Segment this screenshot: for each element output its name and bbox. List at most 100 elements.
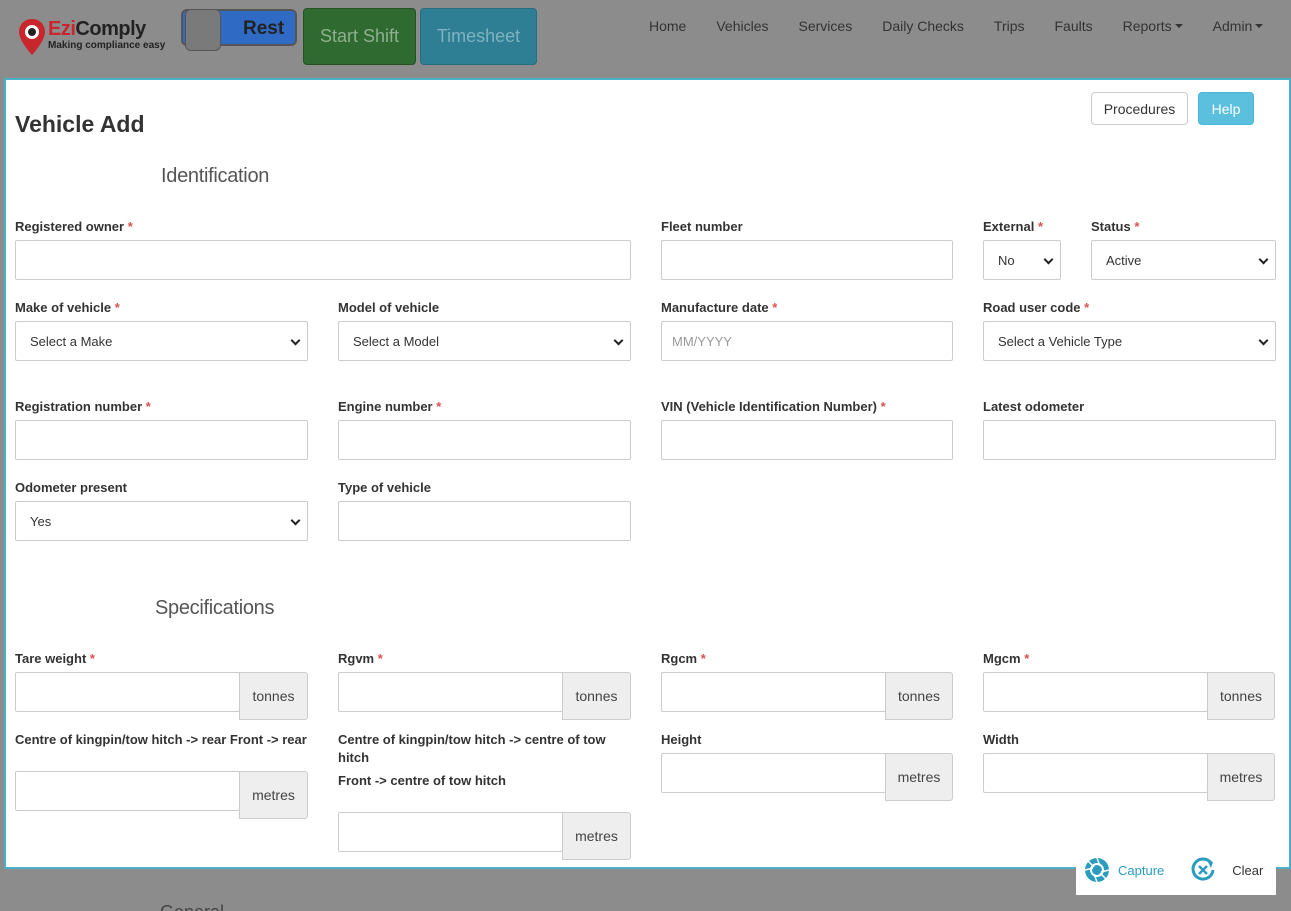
mgcm-input[interactable]	[983, 672, 1208, 712]
nav-daily-checks[interactable]: Daily Checks	[867, 18, 979, 34]
width-input[interactable]	[983, 753, 1208, 793]
label-make: Make of vehicle *	[15, 300, 120, 315]
status-value: Active	[1106, 252, 1142, 268]
engine-number-input[interactable]	[338, 420, 631, 460]
caret-down-icon	[1255, 24, 1264, 28]
status-select[interactable]: Active	[1091, 240, 1276, 280]
field-vin: VIN (Vehicle Identification Number) *	[661, 398, 886, 416]
road-user-code-value: Select a Vehicle Type	[998, 333, 1123, 349]
nav-trips[interactable]: Trips	[979, 18, 1040, 34]
label-manufacture-date: Manufacture date *	[661, 300, 778, 315]
field-fleet-number: Fleet number	[661, 218, 743, 236]
tare-weight-input[interactable]	[15, 672, 240, 712]
clear-button[interactable]: Clear	[1232, 863, 1263, 878]
field-external: External *	[983, 218, 1043, 236]
label-model: Model of vehicle	[338, 300, 440, 315]
field-registered-owner: Registered owner *	[15, 218, 133, 236]
field-mgcm: Mgcm *	[983, 650, 1029, 668]
registered-owner-input[interactable]	[15, 240, 631, 280]
label-mgcm: Mgcm *	[983, 651, 1030, 666]
odometer-present-select[interactable]: Yes	[15, 501, 308, 541]
rgvm-input[interactable]	[338, 672, 563, 712]
field-manufacture-date: Manufacture date *	[661, 299, 777, 317]
logo-pin-icon	[19, 19, 45, 55]
height-input[interactable]	[661, 753, 886, 793]
kingpin-rear-unit: metres	[239, 771, 308, 819]
kingpin-centre-input[interactable]	[338, 812, 563, 852]
capture-bar: Capture Clear	[1076, 845, 1276, 895]
vin-input[interactable]	[661, 420, 953, 460]
label-registration-number: Registration number *	[15, 399, 151, 414]
label-kingpin-centre-2: hitch	[338, 750, 370, 765]
external-select[interactable]: No	[983, 240, 1061, 280]
nav-faults[interactable]: Faults	[1040, 18, 1108, 34]
toggle-knob	[185, 9, 221, 51]
tare-weight-unit: tonnes	[239, 672, 308, 720]
make-value: Select a Make	[30, 333, 113, 349]
nav-reports-label: Reports	[1122, 18, 1172, 34]
field-make: Make of vehicle *	[15, 299, 120, 317]
start-shift-button[interactable]: Start Shift	[303, 8, 416, 65]
logo-text: EziComply Making compliance easy	[48, 18, 165, 52]
label-rgvm: Rgvm *	[338, 651, 383, 666]
page-title: Vehicle Add	[15, 111, 145, 137]
logo-name: EziComply	[48, 18, 146, 40]
registration-number-input[interactable]	[15, 420, 308, 460]
procedures-button[interactable]: Procedures	[1091, 92, 1188, 125]
nav-home[interactable]: Home	[634, 18, 701, 34]
height-unit: metres	[885, 753, 953, 801]
field-engine-number: Engine number *	[338, 398, 441, 416]
model-select[interactable]: Select a Model	[338, 321, 631, 361]
nav-reports[interactable]: Reports	[1108, 18, 1198, 34]
rgcm-unit: tonnes	[885, 672, 953, 720]
kingpin-centre-unit: metres	[562, 812, 631, 860]
label-kingpin-rear: Centre of kingpin/tow hitch -> rear Fron…	[15, 732, 307, 747]
label-kingpin-centre-1: Centre of kingpin/tow hitch -> centre of…	[338, 732, 606, 747]
capture-button[interactable]: Capture	[1118, 863, 1164, 878]
field-tare-weight: Tare weight *	[15, 650, 95, 668]
nav-services[interactable]: Services	[784, 18, 868, 34]
mgcm-unit: tonnes	[1207, 672, 1275, 720]
label-engine-number: Engine number *	[338, 399, 442, 414]
model-value: Select a Model	[353, 333, 439, 349]
field-registration-number: Registration number *	[15, 398, 151, 416]
label-height: Height	[661, 732, 702, 747]
label-registered-owner: Registered owner *	[15, 219, 133, 234]
main-nav: Home Vehicles Services Daily Checks Trip…	[634, 18, 1278, 34]
field-road-user-code: Road user code *	[983, 299, 1089, 317]
label-rgcm: Rgcm *	[661, 651, 706, 666]
label-road-user-code: Road user code *	[983, 300, 1090, 315]
nav-admin[interactable]: Admin	[1198, 18, 1279, 34]
field-type-of-vehicle: Type of vehicle	[338, 479, 431, 497]
field-width: Width	[983, 731, 1019, 749]
label-odometer-present: Odometer present	[15, 480, 127, 495]
field-kingpin-rear: Centre of kingpin/tow hitch -> rear Fron…	[15, 731, 315, 749]
logo[interactable]: EziComply Making compliance easy	[18, 18, 165, 56]
type-of-vehicle-input[interactable]	[338, 501, 631, 541]
timesheet-button[interactable]: Timesheet	[420, 8, 537, 65]
rest-toggle[interactable]: Rest	[181, 9, 297, 51]
field-height: Height	[661, 731, 701, 749]
help-button[interactable]: Help	[1198, 92, 1254, 125]
fleet-number-input[interactable]	[661, 240, 953, 280]
odometer-present-value: Yes	[30, 513, 52, 529]
nav-admin-label: Admin	[1212, 18, 1253, 34]
label-status: Status *	[1091, 219, 1140, 234]
label-kingpin-centre-3: Front -> centre of tow hitch	[338, 773, 506, 788]
nav-vehicles[interactable]: Vehicles	[701, 18, 783, 34]
road-user-code-select[interactable]: Select a Vehicle Type	[983, 321, 1276, 361]
make-select[interactable]: Select a Make	[15, 321, 308, 361]
camera-shutter-icon[interactable]	[1084, 857, 1110, 883]
label-latest-odometer: Latest odometer	[983, 399, 1085, 414]
width-unit: metres	[1207, 753, 1275, 801]
field-status: Status *	[1091, 218, 1139, 236]
label-tare-weight: Tare weight *	[15, 651, 95, 666]
field-kingpin-centre: Centre of kingpin/tow hitch -> centre of…	[338, 731, 633, 790]
vehicle-add-panel: Vehicle Add Procedures Help Identificati…	[4, 78, 1291, 869]
latest-odometer-input[interactable]	[983, 420, 1276, 460]
rgcm-input[interactable]	[661, 672, 886, 712]
clear-icon[interactable]	[1190, 857, 1216, 883]
manufacture-date-input[interactable]	[661, 321, 953, 361]
kingpin-rear-input[interactable]	[15, 771, 240, 811]
section-title-specifications: Specifications	[155, 597, 275, 619]
